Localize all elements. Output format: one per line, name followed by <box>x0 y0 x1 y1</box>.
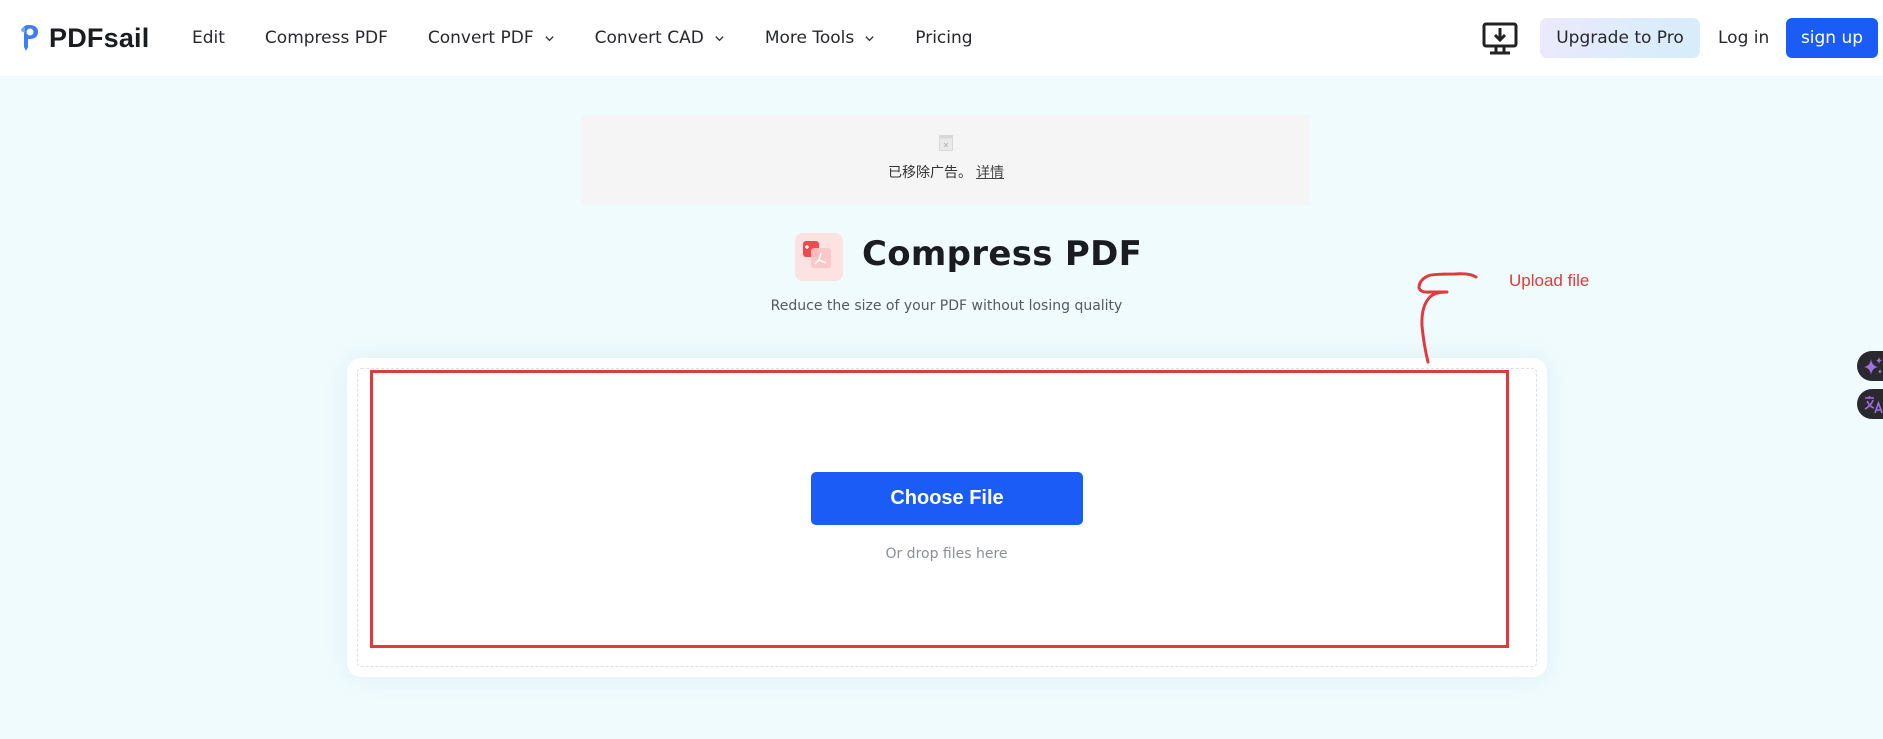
nav-label: More Tools <box>764 28 855 48</box>
chevron-down-icon <box>544 35 554 41</box>
compress-icon <box>803 241 831 268</box>
logo-text: PDFsail <box>49 22 150 53</box>
chevron-down-icon <box>865 35 874 41</box>
annotation-arrow-stroke <box>1417 272 1478 364</box>
nav-more-tools[interactable]: More Tools <box>765 28 875 48</box>
chevron-down-icon <box>715 35 724 41</box>
annotation-label: Upload file <box>1509 271 1590 290</box>
top-header: PDFsail Edit Compress PDF Convert PDF Co… <box>0 0 1883 76</box>
signup-button[interactable]: sign up <box>1786 18 1878 58</box>
ai-assistant-button[interactable] <box>1857 351 1883 381</box>
nav-label: Convert PDF <box>427 28 534 48</box>
ad-details-link[interactable]: 详情 <box>976 165 1004 181</box>
ad-removed-text: 已移除广告。 <box>888 165 972 181</box>
page-subtitle: Reduce the size of your PDF without losi… <box>770 298 1123 314</box>
ad-placeholder: 已移除广告。 详情 <box>582 115 1310 205</box>
nav-edit[interactable]: Edit <box>192 28 225 48</box>
upgrade-to-pro-button[interactable]: Upgrade to Pro <box>1540 18 1700 58</box>
nav-compress-pdf[interactable]: Compress PDF <box>265 28 388 48</box>
nav-convert-pdf[interactable]: Convert PDF <box>428 28 555 48</box>
nav-label: Edit <box>192 28 225 48</box>
page-title: Compress PDF <box>862 234 1143 274</box>
nav-label: Compress PDF <box>264 28 388 48</box>
translate-button[interactable] <box>1857 389 1883 419</box>
drop-files-hint: Or drop files here <box>885 546 1008 562</box>
sparkle-icon <box>1864 357 1882 375</box>
logo[interactable]: PDFsail <box>19 22 149 54</box>
translate-icon <box>1864 396 1883 414</box>
choose-file-button[interactable]: Choose File <box>811 472 1083 525</box>
main-nav: Edit Compress PDF Convert PDF Convert CA… <box>192 0 1013 76</box>
nav-pricing[interactable]: Pricing <box>915 28 972 48</box>
pdfsail-logo-icon <box>21 25 38 51</box>
login-button[interactable]: Log in <box>1718 18 1769 58</box>
nav-label: Pricing <box>915 28 973 48</box>
ad-removed-message: 已移除广告。 详情 <box>582 162 1310 182</box>
desktop-download-icon[interactable] <box>1482 22 1518 56</box>
ad-removed-icon <box>939 135 953 151</box>
compress-pdf-tool-icon <box>795 233 843 281</box>
nav-label: Convert CAD <box>594 28 704 48</box>
nav-convert-cad[interactable]: Convert CAD <box>595 28 725 48</box>
